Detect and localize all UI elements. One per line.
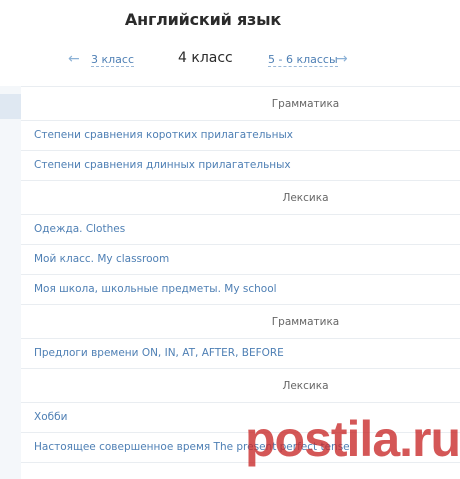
next-class-link[interactable]: 5 - 6 классы — [268, 53, 338, 67]
topic-link[interactable]: Одежда. Clothes — [21, 215, 460, 245]
section-header: Лексика — [21, 181, 460, 215]
topic-link[interactable]: Мой класс. My classroom — [21, 245, 460, 275]
left-sidebar — [0, 86, 21, 479]
topic-link[interactable]: Степени сравнения длинных прилагательных — [21, 151, 460, 181]
section-header: Лексика — [21, 369, 460, 403]
topic-link[interactable]: Степени сравнения коротких прилагательны… — [21, 121, 460, 151]
sidebar-tab[interactable] — [0, 94, 21, 119]
page-title: Английский язык — [124, 10, 282, 29]
topic-link[interactable]: Предлоги времени ON, IN, AT, AFTER, BEFO… — [21, 339, 460, 369]
topic-link[interactable]: Хобби — [21, 403, 460, 433]
section-header: Грамматика — [21, 87, 460, 121]
arrow-left-icon[interactable]: ← — [68, 51, 80, 67]
topic-link[interactable]: Моя школа, школьные предметы. My school — [21, 275, 460, 305]
section-header: Грамматика — [21, 305, 460, 339]
current-class-label: 4 класс — [178, 50, 233, 66]
arrow-right-icon[interactable]: → — [336, 51, 348, 67]
topic-link[interactable]: Настоящее совершенное время The present … — [21, 433, 460, 463]
class-navigation: ← 3 класс 4 класс 5 - 6 классы → — [0, 50, 460, 72]
prev-class-link[interactable]: 3 класс — [91, 53, 135, 67]
topic-list: Грамматика Степени сравнения коротких пр… — [21, 86, 460, 463]
